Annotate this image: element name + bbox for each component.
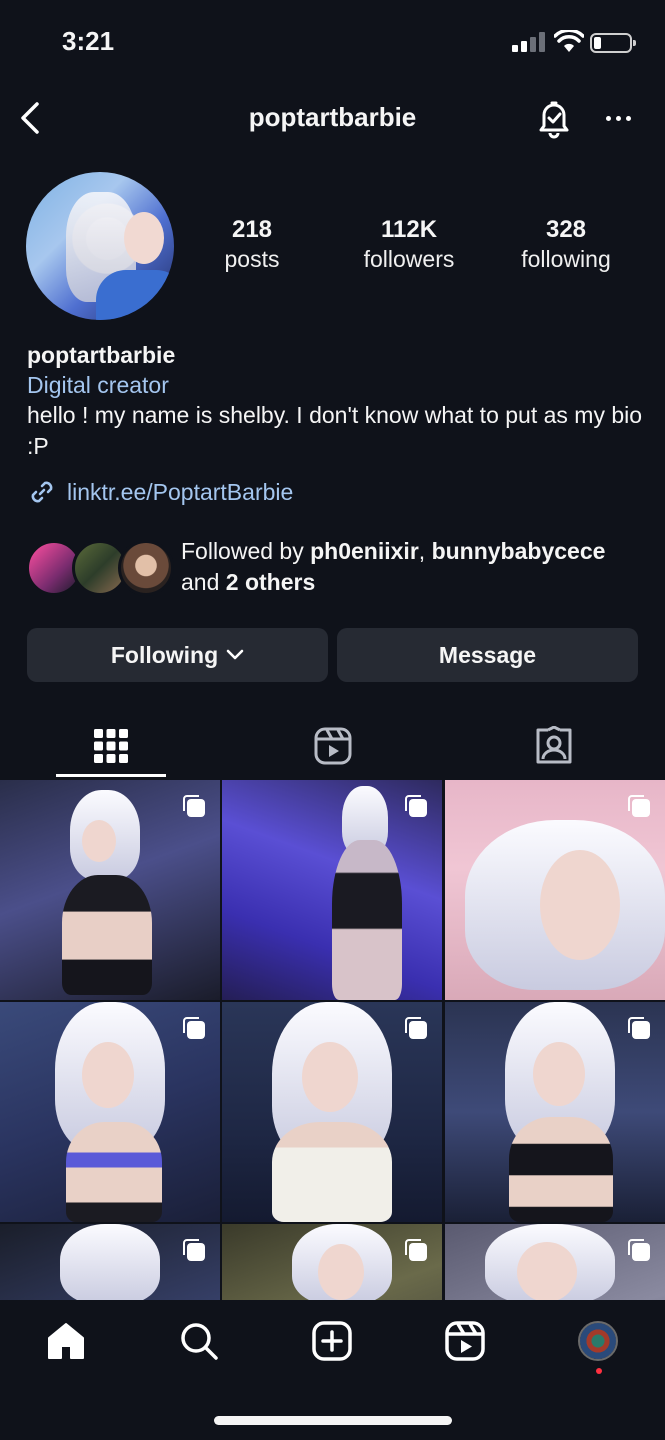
profile-name: poptartbarbie <box>27 342 176 368</box>
message-button[interactable]: Message <box>337 628 638 682</box>
followed-by-user[interactable]: ph0eniixir <box>310 538 419 564</box>
followed-by-others[interactable]: 2 others <box>226 569 315 595</box>
nav-create[interactable] <box>302 1318 362 1364</box>
search-icon <box>181 1323 218 1360</box>
follower-avatar <box>118 540 174 596</box>
following-label: following <box>521 246 611 272</box>
profile-tabs <box>0 714 665 778</box>
multiple-posts-icon <box>183 1017 205 1039</box>
tab-tagged[interactable] <box>443 714 665 778</box>
followed-by-text: Followed by ph0eniixir, bunnybabycece and… <box>181 536 651 598</box>
profile-avatar <box>578 1321 618 1361</box>
profile-link[interactable]: linktr.ee/PoptartBarbie <box>27 476 293 508</box>
bio-text: hello ! my name is shelby. I don't know … <box>27 402 643 459</box>
profile-stats: 218 posts 112K followers 328 following <box>190 216 650 280</box>
followed-by-prefix: Followed by <box>181 538 311 564</box>
message-button-label: Message <box>438 641 537 668</box>
posts-stat[interactable]: 218 posts <box>182 216 322 274</box>
post-thumbnail[interactable] <box>445 1224 665 1300</box>
wifi-icon <box>554 30 584 52</box>
status-time: 3:21 <box>62 26 115 56</box>
home-indicator[interactable] <box>214 1416 452 1425</box>
posts-count: 218 <box>231 216 273 243</box>
multiple-posts-icon <box>183 795 205 817</box>
multiple-posts-icon <box>405 795 427 817</box>
post-thumbnail[interactable] <box>222 1002 442 1222</box>
followers-count: 112K <box>380 216 438 243</box>
cellular-signal-icon <box>512 32 546 52</box>
following-button-label: Following <box>110 641 219 668</box>
multiple-posts-icon <box>405 1239 427 1261</box>
reels-icon <box>445 1321 485 1361</box>
followed-by-row[interactable]: Followed by ph0eniixir, bunnybabycece and… <box>26 536 646 602</box>
profile-header: poptartbarbie <box>0 84 665 154</box>
multiple-posts-icon <box>628 1017 650 1039</box>
profile-avatar[interactable] <box>26 172 174 320</box>
profile-bio: poptartbarbie Digital creator hello ! my… <box>27 340 647 462</box>
nav-search[interactable] <box>169 1318 229 1364</box>
tab-posts-grid[interactable] <box>0 714 222 778</box>
following-stat[interactable]: 328 following <box>496 216 636 274</box>
nav-profile[interactable] <box>568 1318 628 1364</box>
notifications-button[interactable] <box>532 96 576 140</box>
profile-link-text[interactable]: linktr.ee/PoptartBarbie <box>67 479 293 506</box>
home-icon <box>48 1323 84 1359</box>
followed-by-and: and <box>181 569 226 595</box>
ellipsis-icon <box>605 115 611 121</box>
create-icon <box>312 1321 352 1361</box>
post-thumbnail[interactable] <box>0 1224 220 1300</box>
posts-grid <box>0 780 665 1300</box>
chevron-down-icon <box>226 649 244 660</box>
posts-label: posts <box>224 246 280 272</box>
more-options-button[interactable] <box>598 96 638 140</box>
grid-icon <box>94 729 128 763</box>
post-thumbnail[interactable] <box>222 780 442 1000</box>
following-count: 328 <box>545 216 587 243</box>
followers-stat[interactable]: 112K followers <box>339 216 479 274</box>
nav-home[interactable] <box>36 1318 96 1364</box>
profile-page: 3:21 poptartbarbie 218 posts 112K follow… <box>0 0 665 1440</box>
following-button[interactable]: Following <box>27 628 328 682</box>
battery-fill <box>594 37 601 49</box>
multiple-posts-icon <box>628 1239 650 1261</box>
bell-check-icon <box>539 101 569 139</box>
reels-icon <box>314 727 352 765</box>
followed-by-separator: , <box>418 538 432 564</box>
profile-actions: Following Message <box>27 628 638 682</box>
tagged-icon <box>536 726 572 764</box>
post-thumbnail[interactable] <box>0 780 220 1000</box>
post-thumbnail[interactable] <box>0 1002 220 1222</box>
status-bar: 3:21 <box>0 0 665 84</box>
link-icon <box>31 481 53 503</box>
tab-reels[interactable] <box>222 714 444 778</box>
followers-label: followers <box>363 246 455 272</box>
nav-reels[interactable] <box>435 1318 495 1364</box>
notification-dot <box>596 1368 602 1374</box>
profile-category: Digital creator <box>27 372 169 398</box>
post-thumbnail[interactable] <box>445 780 665 1000</box>
multiple-posts-icon <box>183 1239 205 1261</box>
multiple-posts-icon <box>405 1017 427 1039</box>
followed-by-user[interactable]: bunnybabycece <box>432 538 606 564</box>
multiple-posts-icon <box>628 795 650 817</box>
active-tab-indicator <box>56 774 166 777</box>
post-thumbnail[interactable] <box>222 1224 442 1300</box>
battery-icon <box>590 33 636 53</box>
bottom-navigation <box>0 1300 665 1440</box>
post-thumbnail[interactable] <box>445 1002 665 1222</box>
